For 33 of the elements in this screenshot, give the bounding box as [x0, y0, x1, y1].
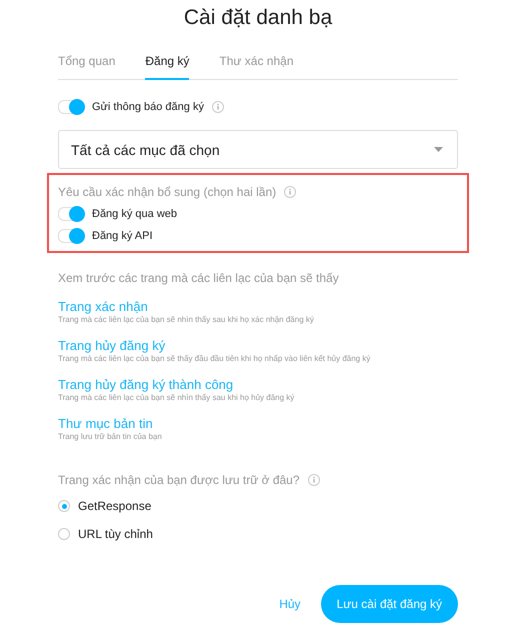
radio-button[interactable]	[58, 528, 70, 540]
section-heading: Xem trước các trang mà các liên lạc của bạn sẽ thấy	[58, 271, 340, 285]
info-icon[interactable]	[284, 186, 296, 198]
section-heading: Yêu cầu xác nhận bổ sung (chọn hai lần)	[58, 185, 276, 199]
tab[interactable]: Tổng quan	[58, 50, 116, 80]
info-icon[interactable]	[212, 101, 224, 113]
dropdown-value: Tất cả các mục đã chọn	[71, 142, 220, 158]
toggle-switch[interactable]	[58, 207, 84, 221]
save-button[interactable]: Lưu cài đặt đăng ký	[320, 585, 458, 623]
page-link[interactable]: Trang xác nhận	[58, 299, 458, 314]
toggle-label: Đăng ký API	[92, 230, 153, 242]
page-link[interactable]: Thư mục bản tin	[58, 416, 458, 431]
toggle-label: Gửi thông báo đăng ký	[92, 101, 204, 113]
radio-button[interactable]	[58, 500, 70, 512]
radio-label: GetResponse	[78, 499, 152, 513]
tab[interactable]: Thư xác nhận	[219, 50, 294, 80]
toggle-switch[interactable]	[58, 229, 84, 243]
page-link[interactable]: Trang hủy đăng ký	[58, 338, 458, 353]
dialog-title: Cài đặt danh bạ	[182, 6, 334, 30]
page-description: Trang lưu trữ bản tin của bạn	[58, 432, 163, 441]
radio-label: URL tùy chỉnh	[78, 527, 153, 541]
page-description: Trang mà các liên lạc của bạn sẽ thấy đầu đầu tiên khi họ nhấp vào liên kết hủy đăng ký	[58, 354, 372, 363]
page-description: Trang mà các liên lạc của bạn sẽ nhìn thấy sau khi họ hủy đăng ký	[58, 393, 296, 402]
caret-icon	[434, 147, 443, 152]
toggle-label: Đăng ký qua web	[92, 208, 177, 220]
dropdown[interactable]: Tất cả các mục đã chọn	[58, 130, 458, 169]
info-icon[interactable]	[308, 474, 320, 486]
question-label: Trang xác nhận của bạn được lưu trữ ở đâu?	[58, 473, 300, 487]
cancel-button[interactable]: Hủy	[279, 597, 301, 611]
tab[interactable]: Đăng ký	[145, 50, 190, 80]
toggle-switch[interactable]	[58, 100, 84, 114]
page-description: Trang mà các liên lạc của bạn sẽ nhìn thấy sau khi họ xác nhận đăng ký	[58, 315, 315, 324]
page-link[interactable]: Trang hủy đăng ký thành công	[58, 377, 458, 392]
